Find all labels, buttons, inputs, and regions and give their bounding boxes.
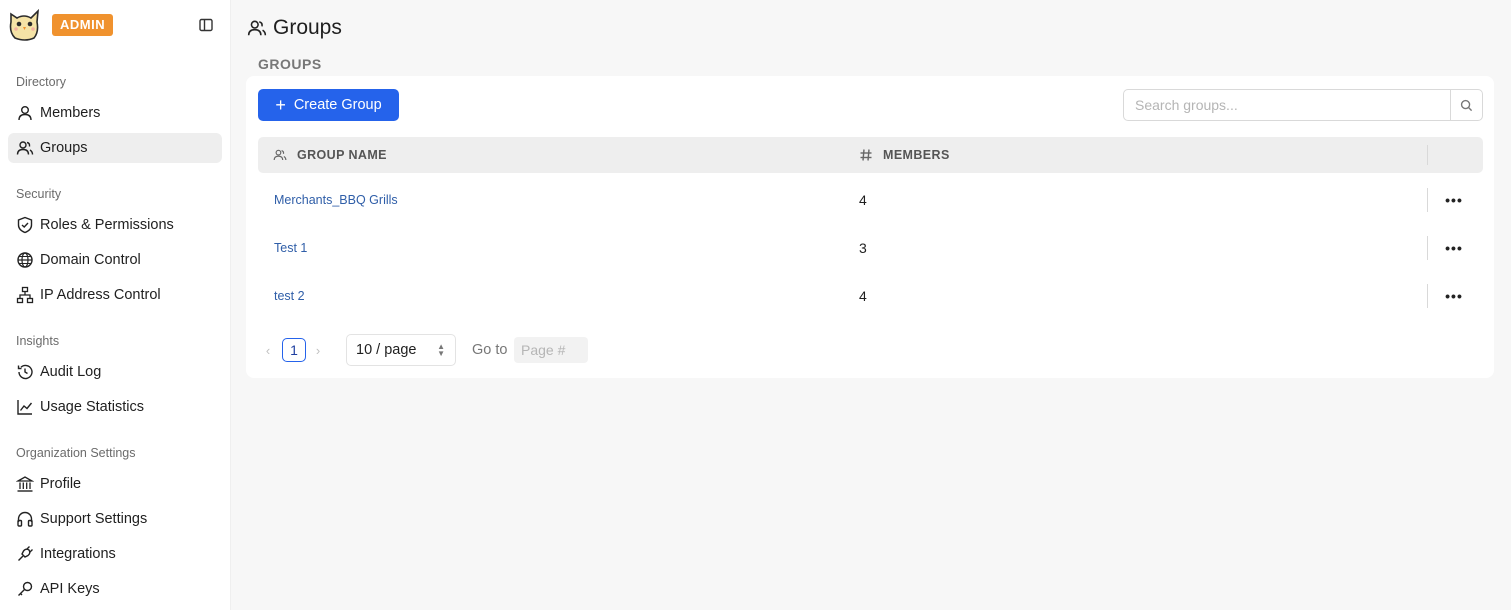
search-button[interactable] — [1450, 90, 1482, 120]
shield-check-icon — [16, 216, 34, 234]
search-icon — [1460, 99, 1473, 111]
column-divider — [1427, 188, 1428, 212]
sidebar-item-integrations[interactable]: Integrations — [8, 539, 222, 569]
page-title-text: Groups — [273, 16, 342, 39]
search-input[interactable] — [1124, 90, 1450, 120]
users-icon — [273, 149, 287, 161]
page-size-select[interactable]: 10 / page ▲ ▼ — [346, 334, 456, 366]
sidebar-item-ip-address-control[interactable]: IP Address Control — [8, 280, 222, 310]
plug-icon — [16, 545, 34, 563]
group-name-link[interactable]: Merchants_BBQ Grills — [274, 176, 398, 224]
table-row: Test 1 3 ••• — [258, 224, 1483, 272]
groups-card: + Create Group GROUP NAME MEMBERS — [246, 76, 1494, 378]
table-row: test 2 4 ••• — [258, 272, 1483, 320]
sidebar-item-label: Integrations — [40, 546, 116, 562]
main-content: Groups GROUPS + Create Group GROUP NAME — [231, 0, 1511, 610]
page-size-value: 10 / page — [356, 342, 417, 358]
sidebar-item-label: Groups — [40, 140, 88, 156]
section-label-organization-settings: Organization Settings — [16, 446, 136, 460]
app-root: ADMIN Directory Members Groups Security … — [0, 0, 1511, 610]
sidebar-item-roles-permissions[interactable]: Roles & Permissions — [8, 210, 222, 240]
globe-icon — [16, 251, 34, 269]
goto-label: Go to — [472, 342, 508, 358]
sidebar-header: ADMIN — [0, 0, 230, 52]
headphones-icon — [16, 510, 34, 528]
create-group-label: Create Group — [293, 97, 382, 113]
sidebar-item-label: Support Settings — [40, 511, 148, 527]
sidebar-item-label: IP Address Control — [40, 287, 161, 303]
admin-badge: ADMIN — [52, 14, 114, 36]
chevron-left-icon[interactable]: ‹ — [260, 340, 276, 360]
sidebar-item-label: Members — [40, 105, 101, 121]
chevron-right-icon[interactable]: › — [310, 340, 326, 360]
page-number-current[interactable]: 1 — [282, 338, 306, 362]
page-title: Groups — [247, 16, 342, 40]
pagination: ‹ 1 › 10 / page ▲ ▼ Go to — [258, 334, 658, 366]
sidebar-item-label: API Keys — [40, 581, 100, 597]
more-actions-icon[interactable]: ••• — [1442, 190, 1466, 210]
column-header-group-name[interactable]: GROUP NAME — [273, 137, 387, 173]
users-icon — [247, 20, 267, 36]
users-icon — [16, 139, 34, 157]
sidebar-item-profile[interactable]: Profile — [8, 469, 222, 499]
column-divider — [1427, 145, 1428, 165]
column-label: GROUP NAME — [297, 148, 387, 162]
column-header-members[interactable]: MEMBERS — [859, 137, 950, 173]
sidebar-toggle-icon[interactable] — [198, 17, 214, 33]
section-label-security: Security — [16, 187, 62, 201]
member-count: 4 — [859, 288, 867, 304]
owl-logo-icon — [9, 8, 39, 41]
sidebar-item-label: Domain Control — [40, 252, 141, 268]
chart-line-icon — [16, 398, 34, 416]
sidebar-item-audit-log[interactable]: Audit Log — [8, 357, 222, 387]
group-name-link[interactable]: test 2 — [274, 272, 305, 320]
more-actions-icon[interactable]: ••• — [1442, 286, 1466, 306]
sidebar-item-label: Usage Statistics — [40, 399, 144, 415]
search-box — [1123, 89, 1483, 121]
key-icon — [16, 580, 34, 598]
hash-icon — [860, 149, 872, 161]
table-header: GROUP NAME MEMBERS — [258, 137, 1483, 173]
sidebar: ADMIN Directory Members Groups Security … — [0, 0, 231, 610]
building-icon — [16, 475, 34, 493]
member-count: 4 — [859, 192, 867, 208]
sidebar-item-label: Audit Log — [40, 364, 102, 380]
column-label: MEMBERS — [883, 148, 950, 162]
sidebar-item-domain-control[interactable]: Domain Control — [8, 245, 222, 275]
column-divider — [1427, 236, 1428, 260]
section-heading: GROUPS — [258, 56, 322, 72]
member-count: 3 — [859, 240, 867, 256]
network-icon — [16, 286, 34, 304]
create-group-button[interactable]: + Create Group — [258, 89, 399, 121]
sort-arrows-icon: ▲ ▼ — [437, 342, 445, 358]
section-label-directory: Directory — [16, 75, 67, 89]
history-icon — [16, 363, 34, 381]
more-actions-icon[interactable]: ••• — [1442, 238, 1466, 258]
column-divider — [1427, 284, 1428, 308]
sidebar-item-groups[interactable]: Groups — [8, 133, 222, 163]
sidebar-item-usage-statistics[interactable]: Usage Statistics — [8, 392, 222, 422]
group-name-link[interactable]: Test 1 — [274, 224, 307, 272]
goto-page-input[interactable] — [514, 337, 588, 363]
sidebar-item-label: Profile — [40, 476, 82, 492]
user-icon — [16, 104, 34, 122]
sidebar-item-support-settings[interactable]: Support Settings — [8, 504, 222, 534]
table-row: Merchants_BBQ Grills 4 ••• — [258, 176, 1483, 224]
sidebar-item-api-keys[interactable]: API Keys — [8, 574, 222, 604]
sidebar-item-members[interactable]: Members — [8, 98, 222, 128]
plus-icon: + — [275, 95, 286, 115]
sidebar-item-label: Roles & Permissions — [40, 217, 174, 233]
section-label-insights: Insights — [16, 334, 60, 348]
